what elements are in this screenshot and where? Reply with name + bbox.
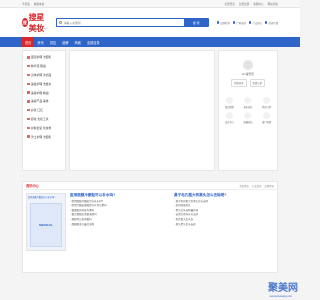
nav-news[interactable]: 资讯 (34, 37, 46, 47)
news-thumbnail[interactable]: 医用面膜冷敷贴可以补水吗? MEDICAL (26, 193, 66, 251)
logo-subtitle: www.sxmz.com (32, 28, 48, 30)
category-icon (27, 56, 30, 59)
category-icon (27, 64, 30, 68)
tab-beauty-news[interactable]: 美容资讯 (239, 184, 249, 188)
category-icon (27, 73, 30, 77)
user-shortcuts: 商品管理 发布供应 我的订单 会员中心 收藏商品 客户管理 (222, 97, 274, 124)
login-link[interactable]: 免费登录 (225, 2, 235, 6)
watermark-url: www.jumeiwang.com (269, 295, 292, 298)
news-item[interactable]: 面膜敷多久最合适呢 (70, 223, 170, 228)
main-nav: 首页 资讯 供应 品牌 商城 全部目录 (0, 37, 300, 47)
nav-home[interactable]: 首页 (22, 37, 35, 47)
register-button[interactable]: 免费注册 (249, 79, 266, 87)
category-item[interactable]: 精华液 眼霜 (23, 62, 65, 71)
service-link[interactable]: 客服中心 (253, 2, 263, 6)
feature-agent[interactable]: 招商代理 (264, 21, 278, 25)
category-icon (27, 91, 30, 94)
news-body: 医用面膜冷敷贴可以补水吗? MEDICAL 医用面膜冷敷贴可以补水吗? 医用面膜… (23, 190, 277, 254)
category-sidebar: 面部护理 洁面乳 精华液 眼霜 身体护理 沐浴露 美发护理 洗发水 美容护理 精… (22, 50, 66, 171)
main-area: 面部护理 洁面乳 精华液 眼霜 身体护理 沐浴露 美发护理 洗发水 美容护理 精… (0, 50, 300, 171)
header: 搜 搜星美妆 www.sxmz.com 搜 索 品牌检测 厂家直销 产品供应 招… (0, 8, 300, 37)
agent-icon (264, 21, 268, 24)
orders-icon (263, 97, 271, 104)
product-image: MEDICAL (30, 203, 62, 247)
logo-text: 搜星美妆 (28, 12, 45, 33)
shortcut-customers[interactable]: 客户管理 (259, 112, 274, 124)
category-item[interactable]: 美容产品 美体 (23, 97, 65, 106)
news-title: 资讯中心 (26, 184, 39, 188)
news-column-2: 鼻子毛孔粗大有黑头怎么去除呢? 鼻子毛孔粗大有黑头怎么去除 如何收缩毛孔 黑头怎… (174, 193, 274, 251)
news-section: 资讯中心 美容资讯 行业资讯 品牌资讯 医用面膜冷敷贴可以补水吗? MEDICA… (22, 181, 278, 273)
user-buttons: 免费登录 免费注册 (230, 79, 266, 87)
customers-icon (263, 112, 271, 119)
search-bar: 搜 索 (55, 18, 209, 27)
shortcut-member[interactable]: 会员中心 (222, 112, 237, 124)
news-item[interactable]: 鼻头黑头怎么去掉 (174, 223, 274, 228)
greeting-text: Hi,请登录 (242, 72, 254, 76)
news-column-1: 医用面膜冷敷贴可以补水吗? 医用面膜冷敷贴可以补水吗? 医用冷敷贴面膜是什么可以… (70, 193, 170, 251)
shortcut-favorites[interactable]: 收藏商品 (241, 112, 256, 124)
category-icon (27, 82, 30, 86)
logo-icon: 搜 (22, 18, 28, 27)
feature-factory[interactable]: 厂家直销 (232, 21, 246, 25)
register-link[interactable]: 免费注册 (239, 2, 249, 6)
category-item[interactable]: 男士护理 洁面乳 (23, 132, 65, 141)
category-icon (27, 135, 30, 138)
category-item[interactable]: 身体护理 沐浴露 (23, 71, 65, 80)
shortcut-orders[interactable]: 我的订单 (259, 97, 274, 109)
shortcut-post-supply[interactable]: 发布供应 (241, 97, 256, 109)
nav-brand[interactable]: 品牌 (59, 37, 71, 47)
thumbnail-caption: 医用面膜冷敷贴可以补水吗? (28, 197, 56, 199)
factory-icon (232, 21, 236, 24)
user-panel: Hi,请登录 免费登录 免费注册 商品管理 发布供应 我的订单 会员中心 收藏商… (218, 50, 278, 171)
watermark-logo: 聚美网 (268, 283, 298, 294)
news-headline-2[interactable]: 鼻子毛孔粗大有黑头怎么去除呢? (174, 193, 274, 198)
news-tabs: 美容资讯 行业资讯 品牌资讯 (239, 184, 274, 188)
nav-catalog[interactable]: 全部目录 (84, 37, 103, 47)
banner-area[interactable] (69, 50, 215, 171)
category-item[interactable]: 美容护理 精油 (23, 88, 65, 97)
search-icon (58, 21, 62, 24)
check-icon (216, 21, 220, 24)
category-icon (27, 126, 30, 130)
tab-brand-news[interactable]: 品牌资讯 (264, 184, 274, 188)
site-nav-link[interactable]: 网站导航 (268, 2, 278, 6)
search-button[interactable]: 搜 索 (183, 18, 209, 27)
supply-icon (248, 21, 252, 24)
top-bar: 手机版 收藏本站 免费登录 免费注册 客服中心 网站导航 (0, 0, 300, 8)
category-item[interactable]: 彩妆 口红 (23, 106, 65, 115)
category-item[interactable]: 美发护理 洗发水 (23, 79, 65, 88)
feature-brand-check[interactable]: 品牌检测 (216, 21, 230, 25)
category-icon (27, 117, 30, 121)
feature-links: 品牌检测 厂家直销 产品供应 招商代理 (216, 21, 278, 25)
search-box[interactable] (55, 18, 184, 27)
nav-supply[interactable]: 供应 (47, 37, 59, 47)
category-icon (27, 100, 30, 103)
site-logo[interactable]: 搜 搜星美妆 (22, 12, 48, 34)
feature-supply[interactable]: 产品供应 (248, 21, 262, 25)
category-icon (27, 108, 30, 112)
category-item[interactable]: 护肤套装 化妆棉 (23, 123, 65, 132)
shortcut-products[interactable]: 商品管理 (222, 97, 237, 109)
news-headline-1[interactable]: 医用面膜冷敷贴可以补水吗? (70, 193, 170, 198)
member-icon (225, 112, 233, 119)
category-item[interactable]: 面部护理 洁面乳 (23, 53, 65, 62)
mobile-link[interactable]: 手机版 (22, 2, 30, 6)
tab-industry-news[interactable]: 行业资讯 (252, 184, 262, 188)
nav-mall[interactable]: 商城 (72, 37, 84, 47)
login-button[interactable]: 免费登录 (230, 79, 247, 87)
news-header: 资讯中心 美容资讯 行业资讯 品牌资讯 (23, 182, 277, 190)
post-icon (244, 97, 252, 104)
search-input[interactable] (63, 20, 164, 25)
bookmark-link[interactable]: 收藏本站 (34, 2, 44, 6)
category-item[interactable]: 卸妆 化妆工具 (23, 115, 65, 124)
favorites-icon (244, 112, 252, 119)
products-icon (225, 97, 233, 104)
avatar (243, 60, 253, 70)
